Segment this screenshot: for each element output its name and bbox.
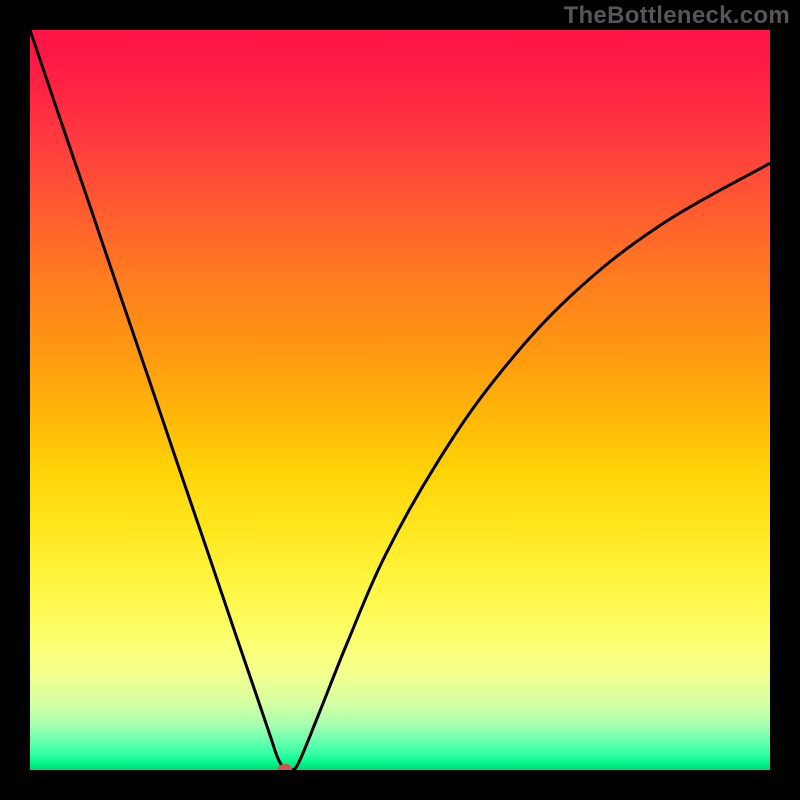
optimum-marker	[278, 764, 292, 770]
chart-frame: TheBottleneck.com	[0, 0, 800, 800]
curve-path	[30, 30, 770, 770]
bottleneck-curve	[30, 30, 770, 770]
watermark-text: TheBottleneck.com	[564, 2, 790, 30]
plot-area	[30, 30, 770, 770]
